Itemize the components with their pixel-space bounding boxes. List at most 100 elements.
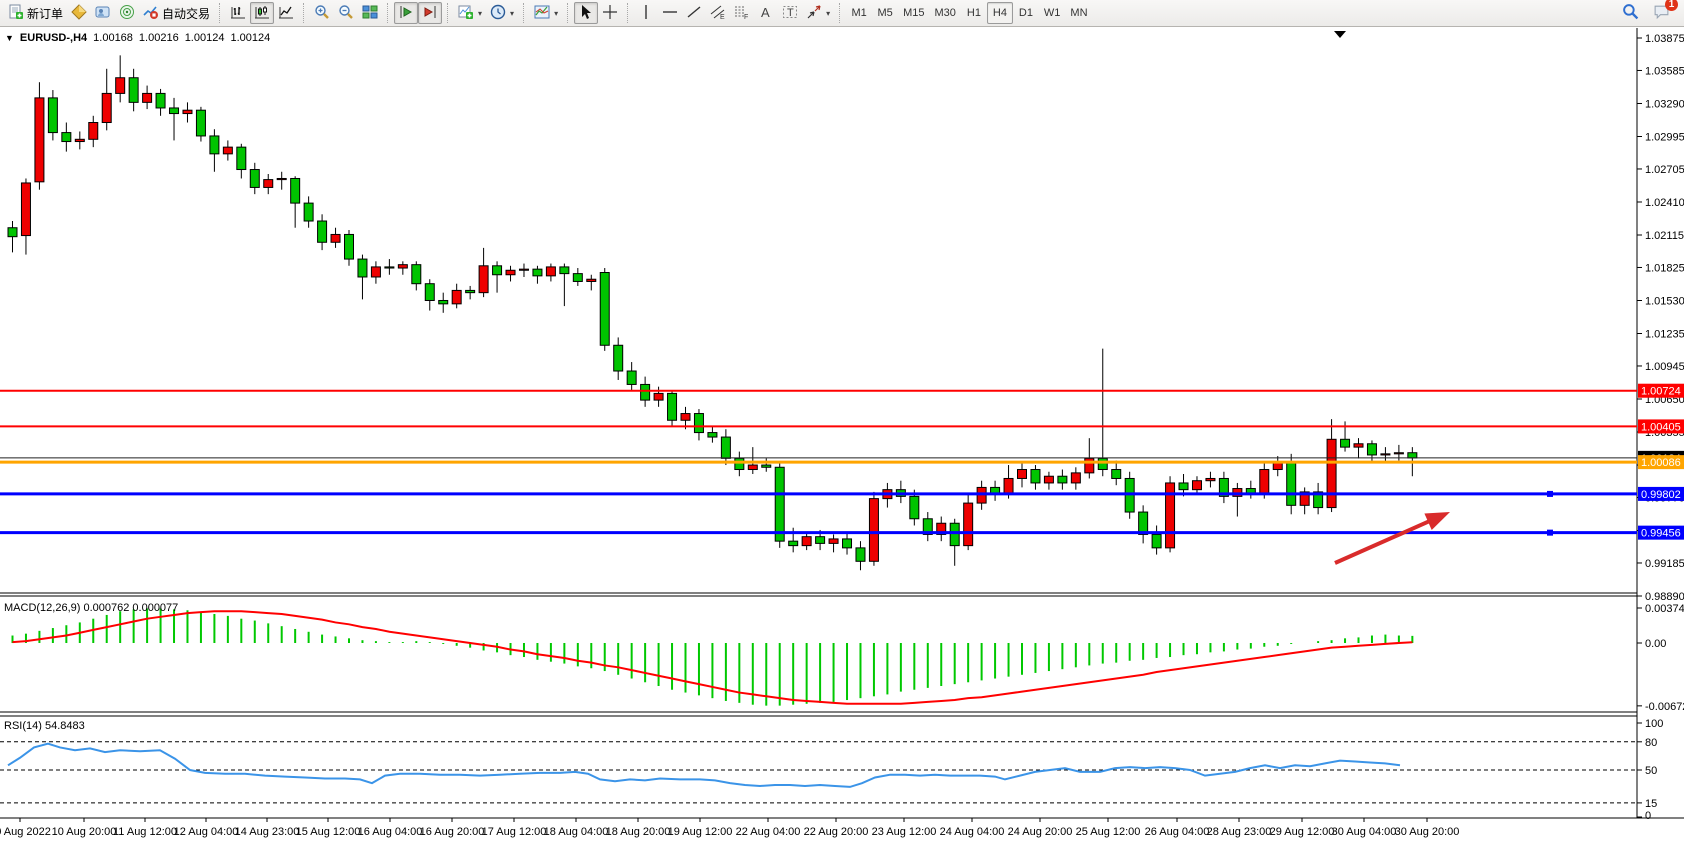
indicators-button[interactable]: ▾ xyxy=(454,2,486,24)
trend-arrow-head[interactable] xyxy=(1424,512,1450,530)
tile-windows-button[interactable] xyxy=(358,2,382,24)
candle-body xyxy=(614,345,623,371)
candle-body xyxy=(1192,481,1201,490)
timeframe-H4[interactable]: H4 xyxy=(987,2,1013,24)
fibonacci-button[interactable]: F xyxy=(730,2,754,24)
timeframe-D1[interactable]: D1 xyxy=(1013,2,1039,24)
date-tick-label: 19 Aug 12:00 xyxy=(668,826,733,838)
candle-body xyxy=(21,183,30,236)
date-tick-label: 24 Aug 04:00 xyxy=(940,826,1005,838)
date-tick-label: 22 Aug 20:00 xyxy=(804,826,869,838)
candle-body xyxy=(573,274,582,282)
templates-button[interactable]: ▾ xyxy=(530,2,562,24)
periods-button[interactable]: ▾ xyxy=(486,2,518,24)
bar-chart-button[interactable] xyxy=(226,2,250,24)
auto-scroll-button[interactable] xyxy=(394,2,418,24)
candle-body xyxy=(694,414,703,433)
chart-canvas[interactable]: 1.038751.035851.032901.029951.027051.024… xyxy=(0,28,1684,841)
svg-text:E: E xyxy=(720,14,725,20)
notifications-button[interactable]: 1 xyxy=(1649,2,1674,24)
candle-body xyxy=(546,267,555,276)
timeframe-MN[interactable]: MN xyxy=(1065,2,1092,24)
zoom-in-button[interactable] xyxy=(310,2,334,24)
timeframe-M15[interactable]: M15 xyxy=(898,2,929,24)
chart-shift-marker-icon[interactable] xyxy=(1334,31,1346,38)
text-label-button[interactable]: T xyxy=(778,2,802,24)
zoom-out-icon xyxy=(338,4,354,23)
candle-body xyxy=(371,267,380,277)
svg-text:F: F xyxy=(744,14,748,20)
chart-shift-button[interactable] xyxy=(418,2,442,24)
candle-body xyxy=(385,267,394,268)
zoom-in-icon xyxy=(314,4,330,23)
line-handle[interactable] xyxy=(1547,530,1553,536)
arrows-tool-button[interactable]: ▾ xyxy=(802,2,834,24)
price-badge-label: 1.00724 xyxy=(1641,386,1681,398)
trendline-button[interactable] xyxy=(682,2,706,24)
toolbar-separator xyxy=(219,3,221,23)
text-button[interactable]: A xyxy=(754,2,778,24)
candle-body xyxy=(62,133,71,142)
candle-body xyxy=(75,139,84,141)
template-icon xyxy=(534,4,550,23)
cursor-button[interactable] xyxy=(574,2,598,24)
candle-body xyxy=(318,221,327,242)
horizontal-line-icon xyxy=(662,4,678,23)
candle-body xyxy=(345,234,354,259)
chevron-down-icon: ▾ xyxy=(826,9,830,18)
collapse-arrow-icon[interactable]: ▼ xyxy=(5,33,14,43)
candle-body xyxy=(452,290,461,303)
rsi-tick-label: 50 xyxy=(1645,765,1657,777)
candlestick-icon xyxy=(254,4,270,23)
arrows-icon xyxy=(806,4,822,23)
trend-arrow-annotation[interactable] xyxy=(1335,518,1437,563)
navigator-button[interactable] xyxy=(91,2,115,24)
timeframe-M30[interactable]: M30 xyxy=(930,2,961,24)
candle-body xyxy=(721,437,730,458)
signals-button[interactable] xyxy=(115,2,139,24)
candle-body xyxy=(223,147,232,154)
channel-icon: E xyxy=(710,4,726,23)
chevron-down-icon: ▾ xyxy=(510,9,514,18)
timeframe-M5[interactable]: M5 xyxy=(872,2,898,24)
price-tick-label: 1.01235 xyxy=(1645,329,1684,341)
rsi-tick-label: 15 xyxy=(1645,798,1657,810)
price-tick-label: 1.00945 xyxy=(1645,361,1684,373)
chart-shift-icon xyxy=(422,4,438,23)
candle-body xyxy=(856,548,865,561)
vertical-line-button[interactable] xyxy=(634,2,658,24)
auto-scroll-icon xyxy=(398,4,414,23)
price-tick-label: 0.98890 xyxy=(1645,591,1684,603)
candlestick-chart-button[interactable] xyxy=(250,2,274,24)
timeframe-W1[interactable]: W1 xyxy=(1039,2,1066,24)
zoom-out-button[interactable] xyxy=(334,2,358,24)
line-chart-button[interactable] xyxy=(274,2,298,24)
bar-chart-icon xyxy=(230,4,246,23)
macd-label: MACD(12,26,9) 0.000762 0.000077 xyxy=(4,602,178,614)
search-button[interactable] xyxy=(1618,2,1643,24)
candle-body xyxy=(291,178,300,203)
equidistant-channel-button[interactable]: E xyxy=(706,2,730,24)
open-value: 1.00168 xyxy=(93,32,133,44)
candle-body xyxy=(775,467,784,541)
horizontal-line-button[interactable] xyxy=(658,2,682,24)
svg-text:T: T xyxy=(787,7,794,19)
symbol-period-label: EURUSD-,H4 xyxy=(20,32,87,44)
line-handle[interactable] xyxy=(1547,491,1553,497)
candle-body xyxy=(304,203,313,221)
new-order-button[interactable]: 新订单 xyxy=(4,2,67,24)
chart-header: ▼ EURUSD-,H4 1.00168 1.00216 1.00124 1.0… xyxy=(5,32,270,44)
toolbar: 新订单 自动交易 xyxy=(0,0,1684,27)
timeframe-H1[interactable]: H1 xyxy=(961,2,987,24)
fibonacci-icon: F xyxy=(734,4,750,23)
candle-body xyxy=(8,228,17,237)
candle-body xyxy=(762,465,771,467)
timeframe-M1[interactable]: M1 xyxy=(846,2,872,24)
candle-body xyxy=(519,269,528,270)
market-watch-button[interactable] xyxy=(67,2,91,24)
candle-body xyxy=(816,537,825,544)
candle-body xyxy=(668,393,677,420)
crosshair-button[interactable] xyxy=(598,2,622,24)
timeframe-group: M1M5M15M30H1H4D1W1MN xyxy=(846,2,1092,24)
autotrading-button[interactable]: 自动交易 xyxy=(139,2,214,24)
